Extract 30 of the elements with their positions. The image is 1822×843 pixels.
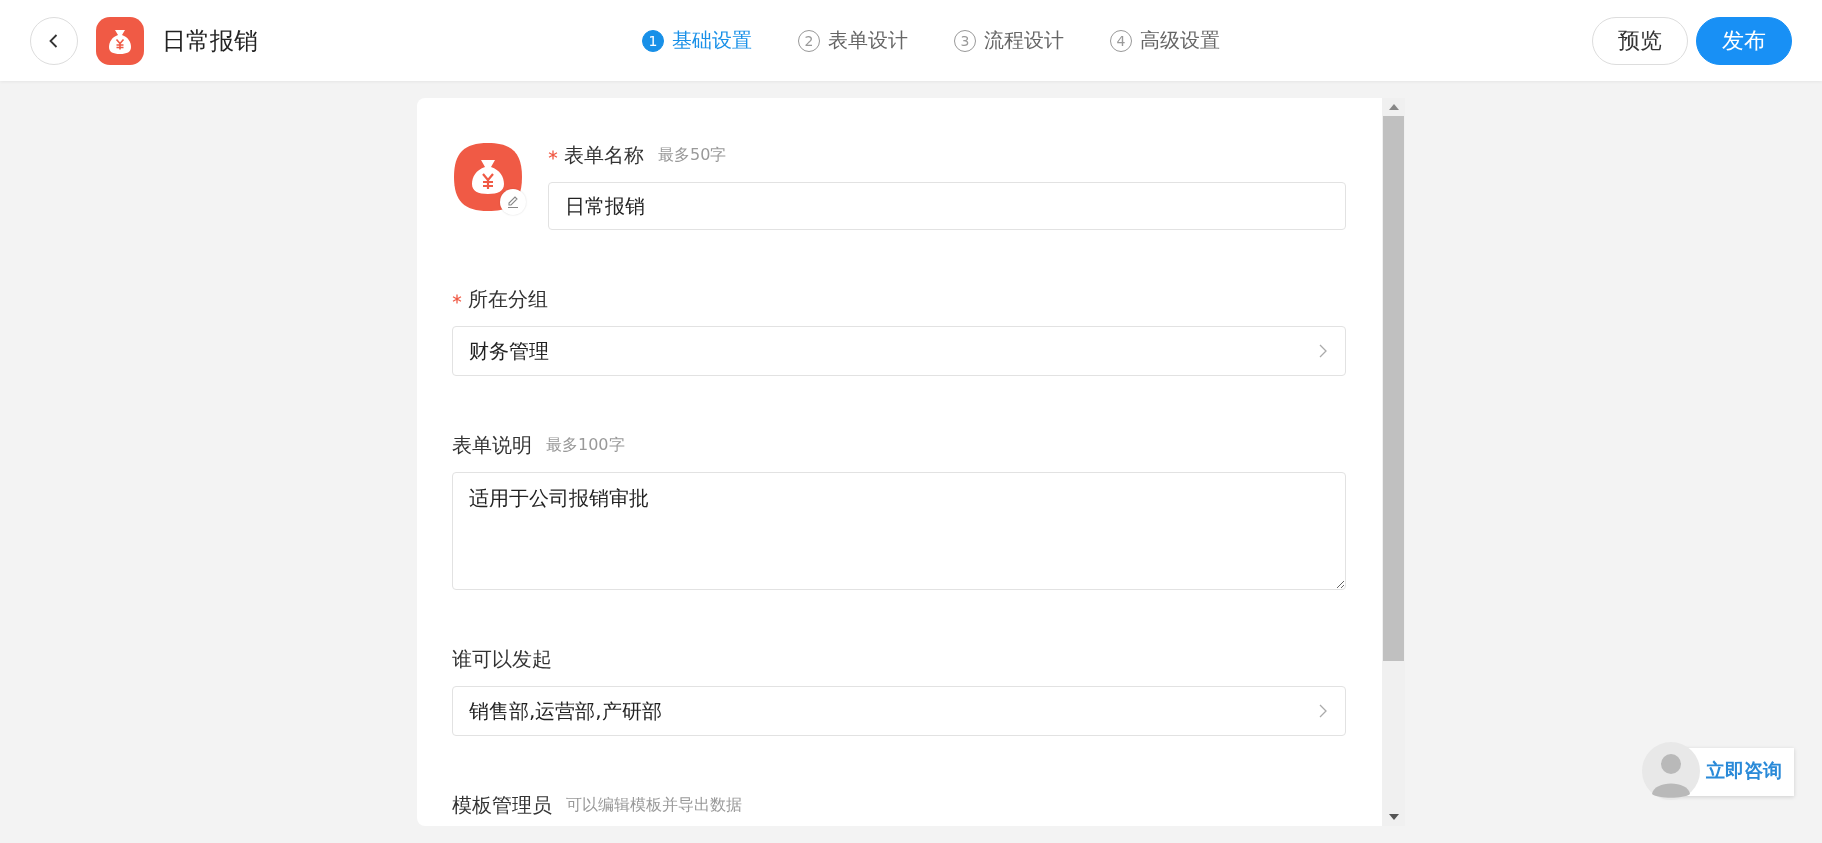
select-field[interactable]: 销售部,运营部,产研部 bbox=[452, 686, 1346, 736]
field-label: 表单说明 bbox=[452, 431, 532, 459]
money-bag-icon bbox=[96, 16, 144, 65]
text-input[interactable]: 日常报销 bbox=[548, 182, 1346, 230]
form-title: 日常报销 bbox=[162, 25, 258, 57]
field-hint: 最多50字 bbox=[658, 144, 727, 166]
avatar-icon bbox=[1642, 742, 1700, 800]
field-label: 模板管理员 bbox=[452, 791, 552, 819]
back-button[interactable] bbox=[30, 16, 78, 65]
preview-button[interactable]: 预览 bbox=[1592, 16, 1688, 65]
step-tab[interactable]: 2 表单设计 bbox=[798, 27, 908, 54]
chevron-right-icon bbox=[1317, 703, 1329, 719]
field-label: 表单名称 bbox=[564, 141, 644, 169]
field-label: 谁可以发起 bbox=[452, 645, 552, 673]
step-tab[interactable]: 3 流程设计 bbox=[954, 27, 1064, 54]
money-bag-icon bbox=[452, 141, 524, 213]
pencil-icon bbox=[506, 195, 520, 209]
scroll-up-icon[interactable] bbox=[1388, 104, 1399, 110]
field-hint: 可以编辑模板并导出数据 bbox=[566, 794, 742, 816]
scroll-down-icon[interactable] bbox=[1388, 814, 1399, 820]
description-textarea[interactable]: 适用于公司报销审批 bbox=[452, 472, 1346, 590]
step-tab[interactable]: 1 基础设置 bbox=[642, 27, 752, 54]
consult-widget[interactable]: 立即咨询 bbox=[1642, 742, 1794, 800]
edit-icon-button[interactable] bbox=[500, 189, 526, 215]
step-tab[interactable]: 4 高级设置 bbox=[1110, 27, 1220, 54]
publish-button[interactable]: 发布 bbox=[1696, 16, 1792, 65]
field-label: 所在分组 bbox=[468, 285, 548, 313]
chevron-right-icon bbox=[1317, 343, 1329, 359]
select-field[interactable]: 财务管理 bbox=[452, 326, 1346, 376]
field-hint: 最多100字 bbox=[546, 434, 625, 456]
